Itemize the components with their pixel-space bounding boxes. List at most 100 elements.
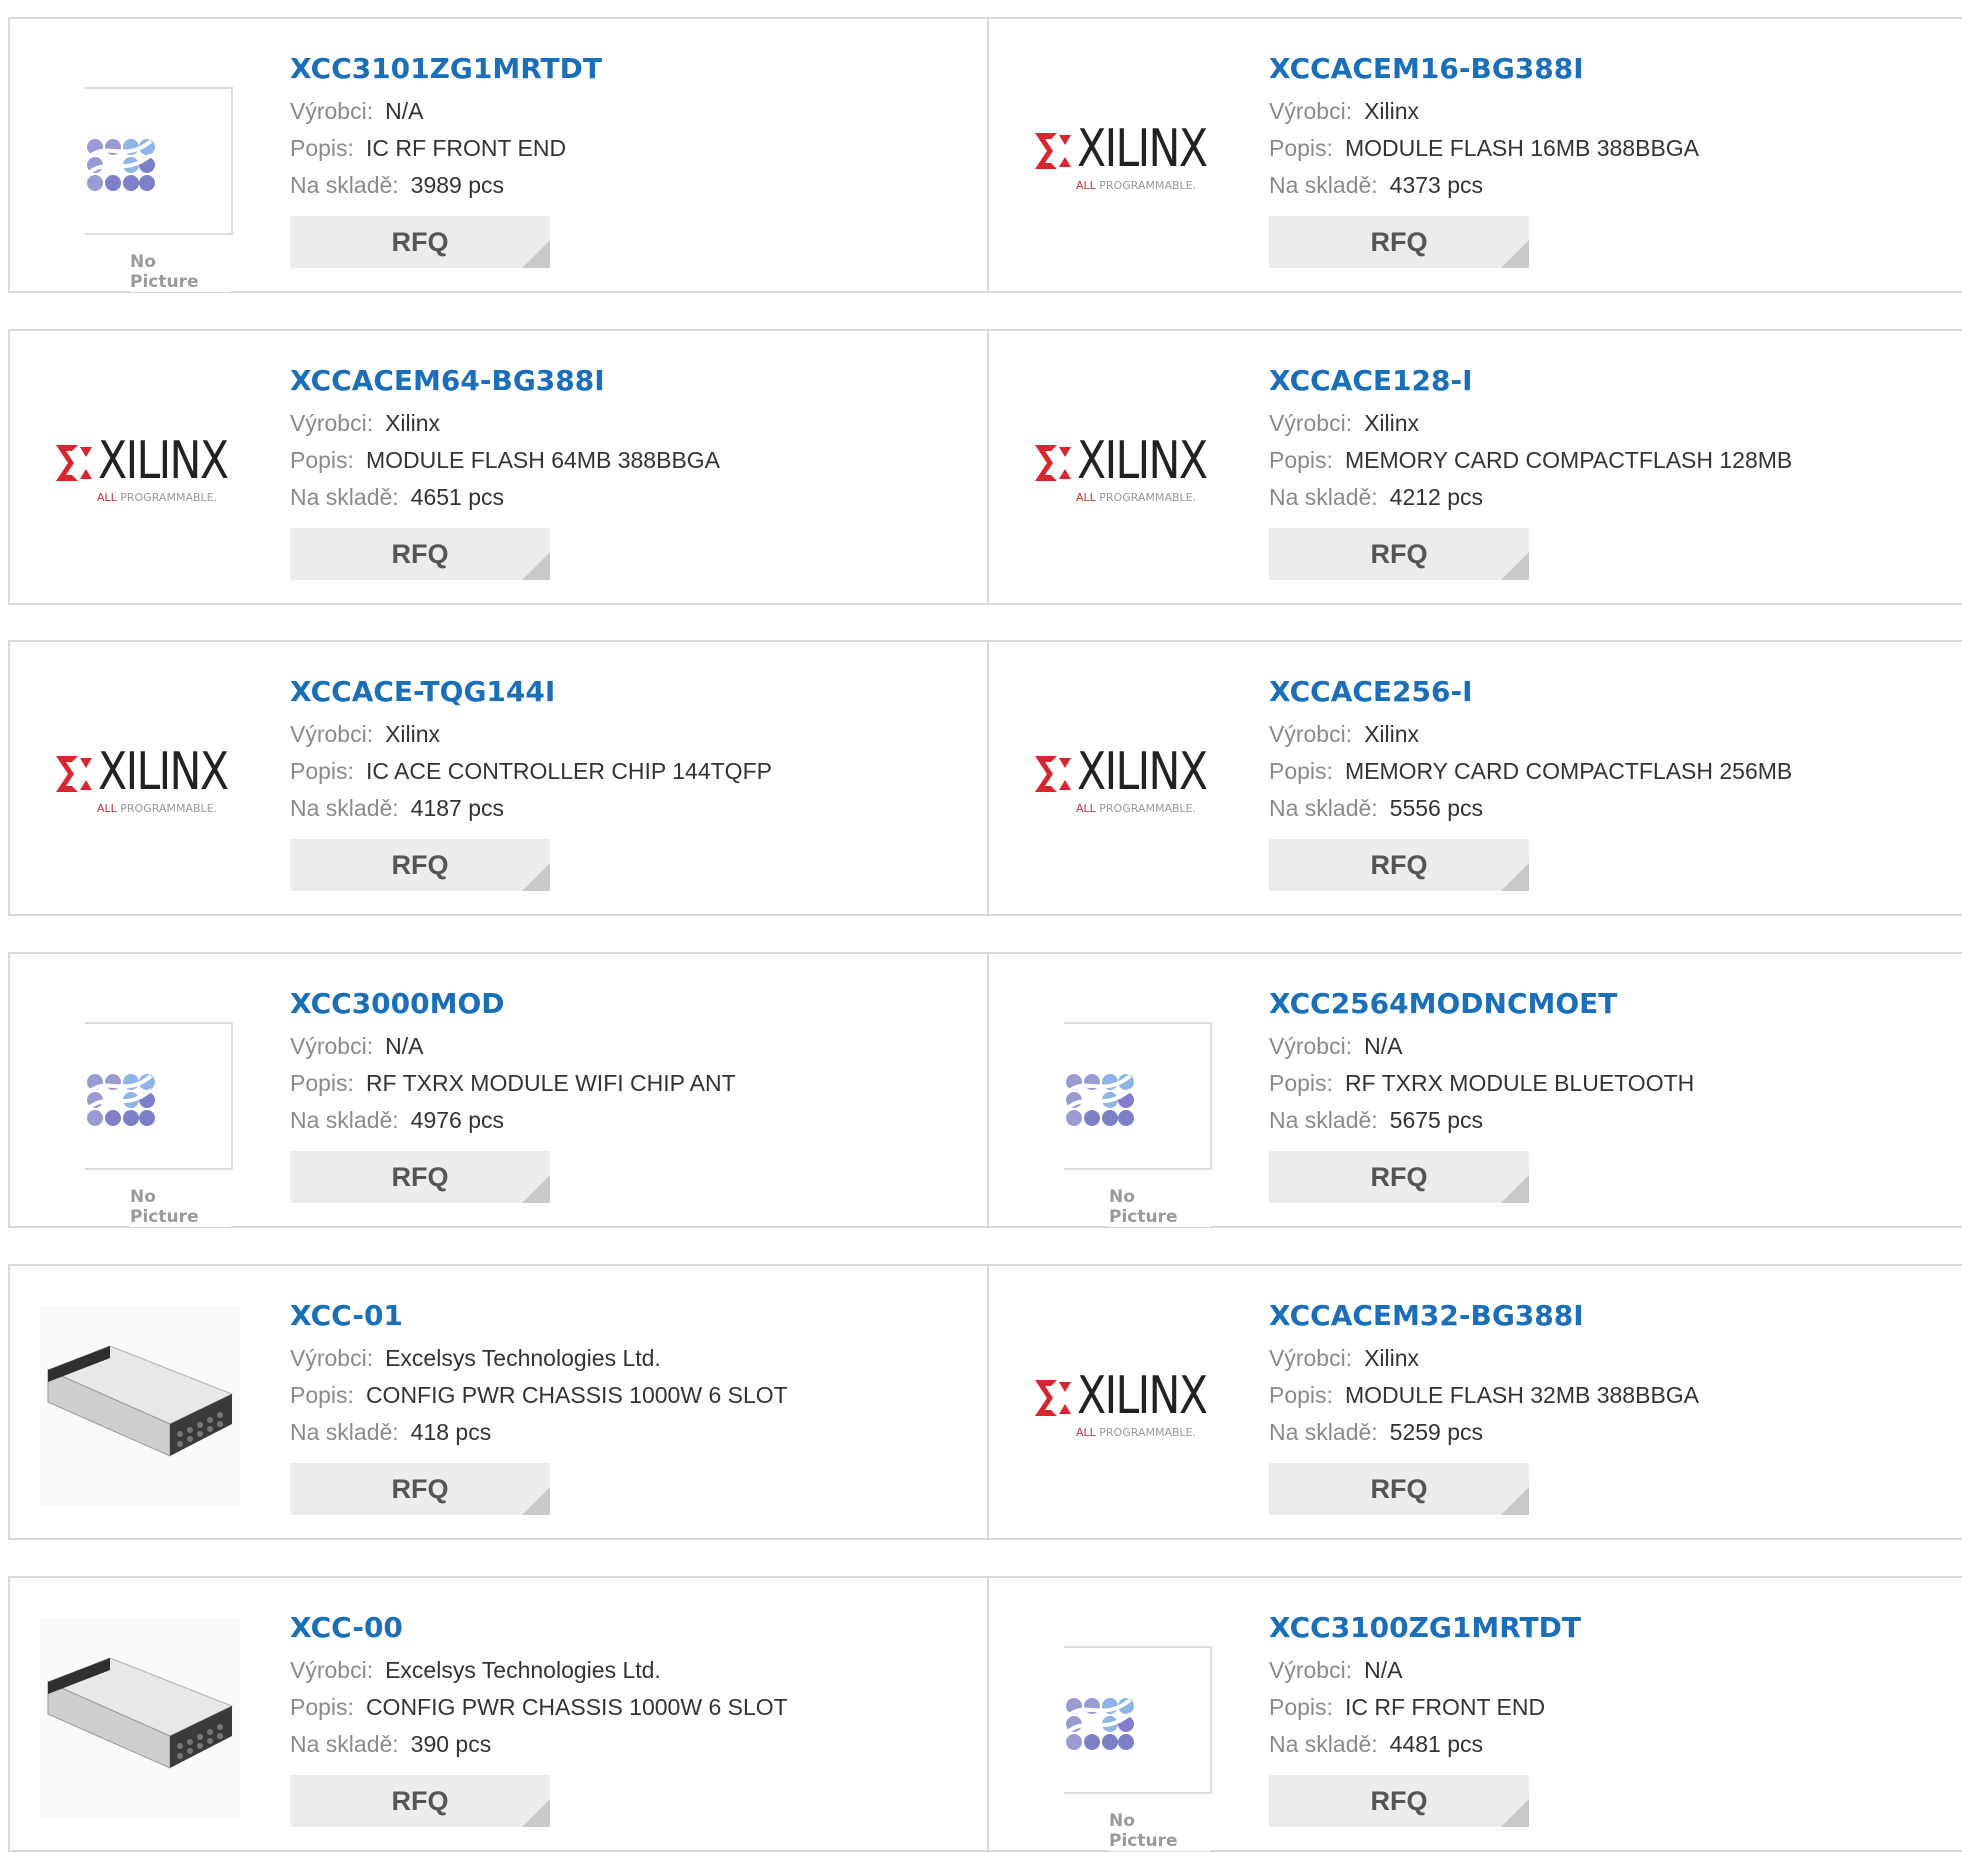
description-value: MODULE FLASH 32MB 388BBGA [1344,1382,1700,1408]
product-row: No Picture XCC3000MOD Výrobci: N/A Popis:… [8,952,1962,1228]
chassis-photo [40,1306,240,1506]
product-card: XCC-01 Výrobci: Excelsys Technologies Ltd… [10,1266,989,1538]
part-number-link[interactable]: XCCACE-TQG144I [290,672,950,712]
product-info: XCC3000MOD Výrobci: N/A Popis: RF TXRX MOD… [290,984,950,1203]
part-number-link[interactable]: XCCACEM16-BG388I [1269,49,1929,89]
xilinx-mark-icon [1035,445,1071,481]
product-info: XCC-01 Výrobci: Excelsys Technologies Ltd… [290,1296,950,1515]
description-value: CONFIG PWR CHASSIS 1000W 6 SLOT [365,1694,788,1720]
xilinx-logo: XILINX ALL PROGRAMMABLE. [40,742,250,824]
rfq-button[interactable]: RFQ [290,1463,550,1515]
manufacturer-value: Xilinx [385,410,441,436]
product-image[interactable]: XILINX ALL PROGRAMMABLE. [1019,59,1219,259]
stock-value: 4651 pcs [410,484,505,510]
part-number-link[interactable]: XCCACEM64-BG388I [290,361,950,401]
stock-value: 390 pcs [410,1731,492,1757]
part-number-link[interactable]: XCC2564MODNCMOET [1269,984,1929,1024]
rfq-label: RFQ [1370,227,1428,257]
stock-row: Na skladě: 4481 pcs [1269,1726,1929,1763]
product-image[interactable] [40,1618,240,1818]
rfq-button[interactable]: RFQ [290,839,550,891]
description-label: Popis: [290,135,354,161]
description-label: Popis: [1269,1694,1333,1720]
no-picture-placeholder: No Picture [85,87,233,292]
part-number-link[interactable]: XCC3101ZG1MRTDT [290,49,950,89]
product-info: XCCACEM32-BG388I Výrobci: Xilinx Popis: MO… [1269,1296,1929,1515]
product-row: XCC-00 Výrobci: Excelsys Technologies Ltd… [8,1576,1962,1852]
rfq-button[interactable]: RFQ [1269,839,1529,891]
stock-value: 5556 pcs [1389,795,1484,821]
part-number-link[interactable]: XCC3000MOD [290,984,950,1024]
corner-triangle-icon [522,240,550,268]
product-image[interactable]: XILINX ALL PROGRAMMABLE. [40,682,240,882]
product-image[interactable]: No Picture [40,994,240,1227]
product-image[interactable]: No Picture [1019,1618,1219,1851]
part-number-link[interactable]: XCC-00 [290,1608,950,1648]
product-row: XILINX ALL PROGRAMMABLE. XCCACE-TQG144I V… [8,640,1962,916]
xilinx-tagline: ALL PROGRAMMABLE. [97,802,218,815]
description-label: Popis: [290,1382,354,1408]
manufacturer-row: Výrobci: Xilinx [290,716,950,753]
stock-value: 4976 pcs [410,1107,505,1133]
product-image[interactable]: No Picture [40,59,240,292]
product-image[interactable]: XILINX ALL PROGRAMMABLE. [1019,682,1219,882]
description-row: Popis: IC RF FRONT END [290,130,950,167]
product-row: No Picture XCC3101ZG1MRTDT Výrobci: N/A P… [8,17,1962,293]
description-label: Popis: [1269,758,1333,784]
rfq-button[interactable]: RFQ [290,216,550,268]
product-card: XILINX ALL PROGRAMMABLE. XCCACEM16-BG388I… [989,19,1962,291]
product-card: XILINX ALL PROGRAMMABLE. XCCACE-TQG144I V… [10,642,989,914]
no-picture-text: No Picture [1109,1187,1210,1227]
description-value: RF TXRX MODULE WIFI CHIP ANT [365,1070,736,1096]
stock-label: Na skladě: [1269,1107,1378,1133]
stock-label: Na skladě: [290,172,399,198]
xilinx-tagline: ALL PROGRAMMABLE. [1076,179,1197,192]
xilinx-mark-icon [1035,1380,1071,1416]
part-number-link[interactable]: XCCACEM32-BG388I [1269,1296,1929,1336]
description-value: IC RF FRONT END [1344,1694,1546,1720]
stock-value: 4373 pcs [1389,172,1484,198]
manufacturer-row: Výrobci: N/A [1269,1028,1929,1065]
manufacturer-row: Výrobci: Xilinx [1269,93,1929,130]
rfq-button[interactable]: RFQ [290,1775,550,1827]
no-picture-text: No Picture [130,1187,231,1227]
product-image[interactable]: XILINX ALL PROGRAMMABLE. [40,371,240,571]
product-image[interactable]: XILINX ALL PROGRAMMABLE. [1019,1306,1219,1506]
rfq-button[interactable]: RFQ [1269,528,1529,580]
manufacturer-row: Výrobci: Xilinx [1269,405,1929,442]
rfq-label: RFQ [391,227,449,257]
stock-label: Na skladě: [1269,795,1378,821]
product-card: XILINX ALL PROGRAMMABLE. XCCACE256-I Výro… [989,642,1962,914]
part-number-link[interactable]: XCC-01 [290,1296,950,1336]
rfq-button[interactable]: RFQ [290,1151,550,1203]
rfq-button[interactable]: RFQ [1269,1151,1529,1203]
stock-value: 4481 pcs [1389,1731,1484,1757]
description-label: Popis: [290,758,354,784]
rfq-button[interactable]: RFQ [290,528,550,580]
product-image[interactable] [40,1306,240,1506]
xilinx-tagline: ALL PROGRAMMABLE. [1076,802,1197,815]
description-value: IC ACE CONTROLLER CHIP 144TQFP [365,758,772,784]
rfq-button[interactable]: RFQ [1269,1463,1529,1515]
manufacturer-label: Výrobci: [290,721,374,747]
stock-row: Na skladě: 418 pcs [290,1414,950,1451]
manufacturer-label: Výrobci: [290,98,374,124]
product-info: XCCACE256-I Výrobci: Xilinx Popis: MEMORY … [1269,672,1929,891]
corner-triangle-icon [522,1799,550,1827]
rfq-button[interactable]: RFQ [1269,1775,1529,1827]
corner-triangle-icon [522,863,550,891]
corner-triangle-icon [1501,240,1529,268]
xilinx-logo: XILINX ALL PROGRAMMABLE. [40,431,250,513]
product-info: XCC-00 Výrobci: Excelsys Technologies Ltd… [290,1608,950,1827]
product-card: No Picture XCC3101ZG1MRTDT Výrobci: N/A P… [10,19,989,292]
part-number-link[interactable]: XCC3100ZG1MRTDT [1269,1608,1929,1648]
product-grid: No Picture XCC3101ZG1MRTDT Výrobci: N/A P… [0,0,1962,1852]
product-card: No Picture XCC3100ZG1MRTDT Výrobci: N/A P… [989,1578,1962,1851]
rfq-button[interactable]: RFQ [1269,216,1529,268]
part-number-link[interactable]: XCCACE128-I [1269,361,1929,401]
product-image[interactable]: No Picture [1019,994,1219,1227]
part-number-link[interactable]: XCCACE256-I [1269,672,1929,712]
stock-value: 5675 pcs [1389,1107,1484,1133]
manufacturer-label: Výrobci: [290,410,374,436]
product-image[interactable]: XILINX ALL PROGRAMMABLE. [1019,371,1219,571]
